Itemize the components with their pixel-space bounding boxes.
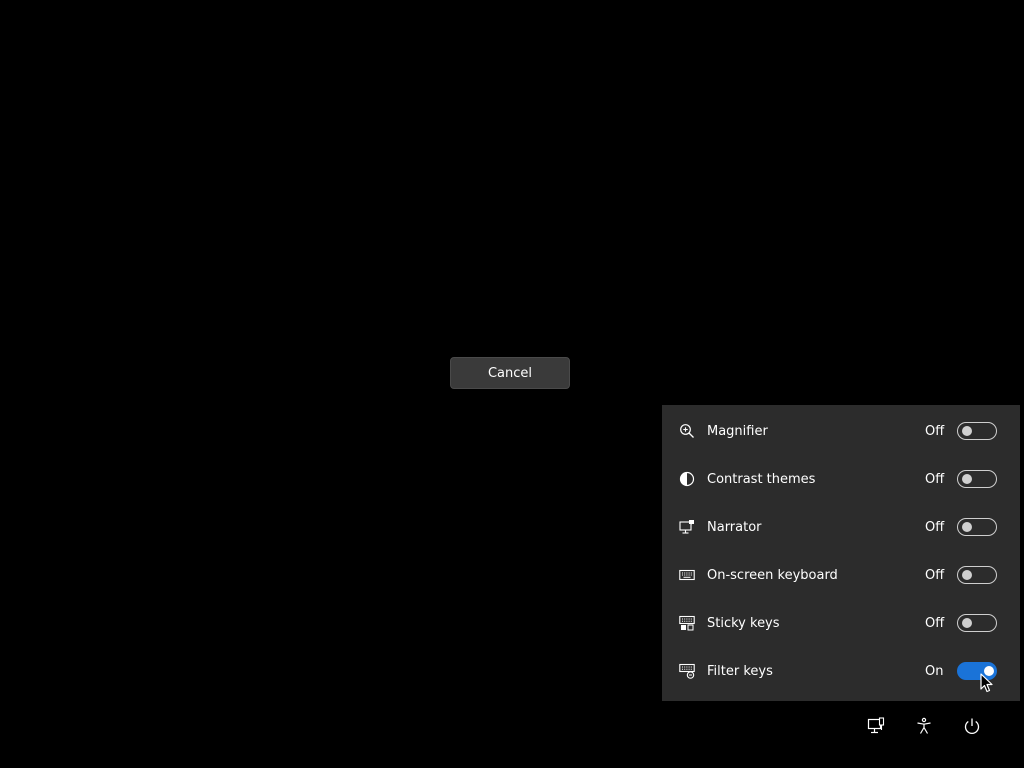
filter-keys-state: On [925, 663, 944, 679]
accessibility-icon[interactable] [914, 716, 934, 736]
keyboard-icon [678, 566, 696, 584]
sticky-keys-toggle[interactable] [957, 614, 997, 632]
narrator-icon [678, 518, 696, 536]
accessibility-flyout: Magnifier Off Contrast themes Off Narrat… [662, 405, 1020, 701]
narrator-state: Off [925, 519, 945, 535]
lock-screen: Cancel Magnifier Off Contrast themes Off… [0, 0, 1024, 768]
magnifier-icon [678, 422, 696, 440]
sticky-keys-state: Off [925, 615, 945, 631]
power-icon[interactable] [962, 716, 982, 736]
filter-keys-row[interactable]: Filter keys On [662, 647, 1020, 695]
toggle-knob [962, 426, 972, 436]
magnifier-row[interactable]: Magnifier Off [662, 407, 1020, 455]
narrator-row[interactable]: Narrator Off [662, 503, 1020, 551]
sticky-keys-label: Sticky keys [707, 615, 780, 631]
filter-keys-label: Filter keys [707, 663, 773, 679]
narrator-label: Narrator [707, 519, 762, 535]
magnifier-label: Magnifier [707, 423, 768, 439]
contrast-icon [678, 470, 696, 488]
toggle-knob [984, 666, 994, 676]
contrast-themes-state: Off [925, 471, 945, 487]
on-screen-keyboard-label: On-screen keyboard [707, 567, 838, 583]
toggle-knob [962, 570, 972, 580]
filter-keys-toggle[interactable] [957, 662, 997, 680]
network-icon[interactable] [866, 716, 886, 736]
magnifier-toggle[interactable] [957, 422, 997, 440]
on-screen-keyboard-toggle[interactable] [957, 566, 997, 584]
on-screen-keyboard-state: Off [925, 567, 945, 583]
sticky-keys-icon [678, 614, 696, 632]
narrator-toggle[interactable] [957, 518, 997, 536]
contrast-themes-toggle[interactable] [957, 470, 997, 488]
magnifier-state: Off [925, 423, 945, 439]
contrast-themes-label: Contrast themes [707, 471, 816, 487]
sticky-keys-row[interactable]: Sticky keys Off [662, 599, 1020, 647]
toggle-knob [962, 618, 972, 628]
filter-keys-icon [678, 662, 696, 680]
on-screen-keyboard-row[interactable]: On-screen keyboard Off [662, 551, 1020, 599]
cancel-button[interactable]: Cancel [450, 357, 570, 389]
contrast-themes-row[interactable]: Contrast themes Off [662, 455, 1020, 503]
toggle-knob [962, 474, 972, 484]
toggle-knob [962, 522, 972, 532]
